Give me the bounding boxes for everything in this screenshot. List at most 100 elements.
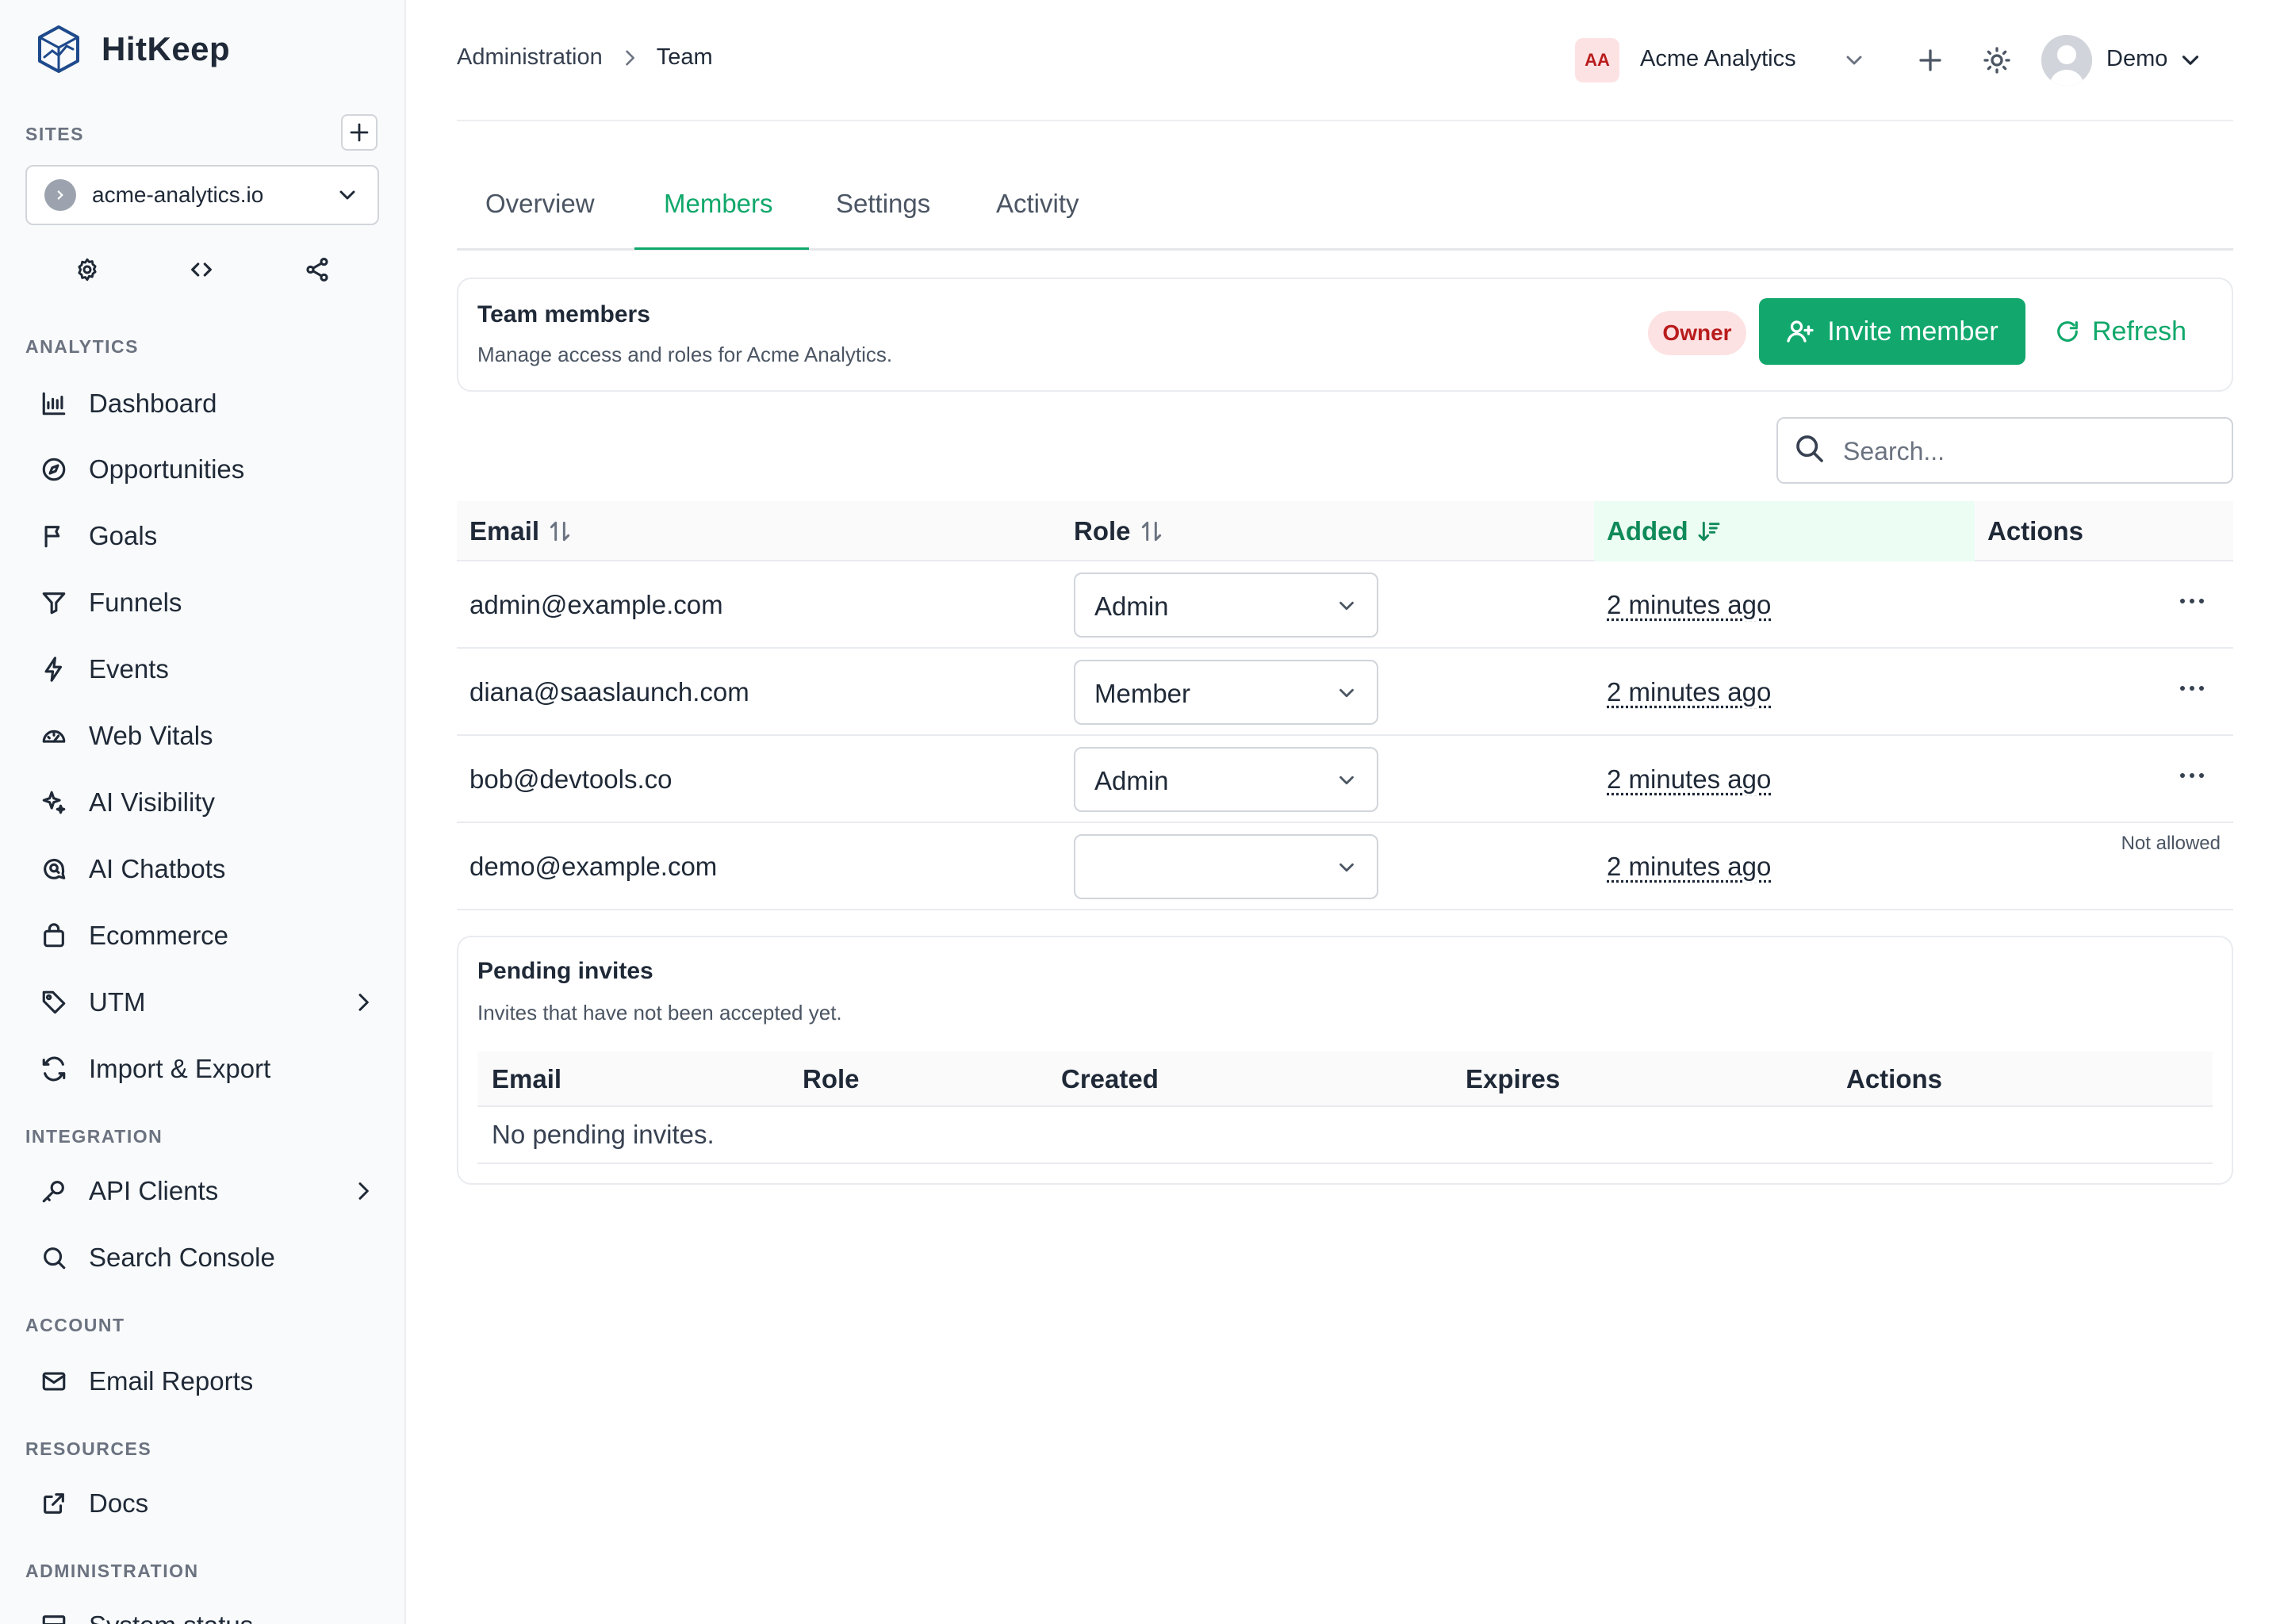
member-email: diana@saaslaunch.com (469, 677, 749, 707)
sidebar-item-label: Ecommerce (89, 921, 229, 950)
sidebar-item-import-export[interactable]: Import & Export (38, 1044, 379, 1094)
chevron-right-icon (625, 50, 634, 65)
chevron-right-icon (358, 1182, 369, 1200)
filter-icon (42, 592, 66, 615)
sidebar-item-ecommerce[interactable]: Ecommerce (38, 910, 379, 961)
plus-icon (350, 123, 369, 142)
table-row: diana@saaslaunch.com Member 2 minutes ag… (457, 649, 2233, 736)
search-field[interactable] (1776, 417, 2233, 484)
user-name[interactable]: Demo (2106, 46, 2167, 72)
key-icon (42, 1181, 64, 1203)
member-email: admin@example.com (469, 590, 723, 619)
sync-icon (42, 1056, 66, 1082)
column-role: Role (803, 1064, 860, 1094)
column-actions: Actions (1987, 501, 2083, 561)
role-value: Admin (1094, 592, 1169, 621)
role-select[interactable]: Member (1074, 660, 1378, 725)
avatar[interactable] (2041, 35, 2092, 86)
column-created: Created (1061, 1064, 1159, 1094)
tab-members[interactable]: Members (664, 189, 773, 219)
role-select[interactable]: Admin (1074, 573, 1378, 638)
chevron-down-icon (1339, 601, 1354, 611)
refresh-icon (2057, 321, 2078, 342)
site-selector[interactable]: acme-analytics.io (25, 165, 379, 225)
column-label: Role (1074, 516, 1131, 546)
add-site-button[interactable] (341, 114, 377, 151)
external-link-icon (44, 1493, 64, 1514)
hitkeep-logo-icon (38, 25, 79, 73)
sidebar: HitKeep SITES acme-analytics.io ANALYTIC… (0, 0, 406, 1624)
header-divider (457, 120, 2233, 121)
member-added-time: 2 minutes ago (1607, 852, 1772, 881)
refresh-button[interactable]: Refresh (2054, 298, 2202, 365)
org-switcher-button[interactable] (1838, 44, 1870, 76)
row-actions-button[interactable] (2170, 672, 2214, 704)
tab-activity[interactable]: Activity (996, 189, 1079, 219)
column-email[interactable]: Email (469, 501, 573, 561)
sidebar-item-docs[interactable]: Docs (38, 1478, 379, 1529)
site-share-button[interactable] (300, 252, 335, 287)
server-icon (42, 1615, 66, 1624)
tab-overview[interactable]: Overview (485, 189, 595, 219)
breadcrumb-administration[interactable]: Administration (457, 44, 603, 71)
resources-section-label: RESOURCES (25, 1438, 152, 1459)
header-actions: AA Acme Analytics Demo (1575, 32, 2225, 89)
site-settings-button[interactable] (70, 252, 105, 287)
row-actions-button[interactable] (2170, 585, 2214, 617)
member-added-time: 2 minutes ago (1607, 764, 1772, 794)
status-badge: Owner (1648, 311, 1746, 355)
sidebar-item-utm[interactable]: UTM (38, 977, 379, 1028)
sidebar-item-funnels[interactable]: Funnels (38, 577, 379, 628)
org-avatar[interactable]: AA (1575, 38, 1619, 82)
invite-member-button[interactable]: Invite member (1759, 298, 2025, 365)
sidebar-item-web-vitals[interactable]: Web Vitals (38, 710, 379, 761)
site-favicon-icon (44, 179, 76, 211)
column-email: Email (492, 1064, 562, 1094)
user-menu-button[interactable] (2175, 44, 2206, 76)
column-added[interactable]: Added (1594, 501, 1975, 561)
table-row: demo@example.com 2 minutes ago Not allow… (457, 823, 2233, 910)
org-name[interactable]: Acme Analytics (1640, 46, 1796, 72)
search-input[interactable] (1843, 431, 2216, 471)
sidebar-item-api-clients[interactable]: API Clients (38, 1166, 379, 1216)
site-name: acme-analytics.io (92, 182, 264, 207)
sidebar-item-label: Email Reports (89, 1366, 254, 1396)
sun-icon (1983, 47, 2010, 74)
sort-icon (550, 521, 570, 542)
search-icon (1796, 435, 1823, 462)
column-expires: Expires (1466, 1064, 1561, 1094)
column-role[interactable]: Role (1074, 501, 1164, 561)
tab-bar: Overview Members Settings Activity (457, 174, 2233, 251)
role-select[interactable] (1074, 834, 1378, 899)
tab-settings[interactable]: Settings (836, 189, 930, 219)
administration-section-label: ADMINISTRATION (25, 1561, 199, 1581)
sidebar-item-ai-visibility[interactable]: AI Visibility (38, 777, 379, 828)
sidebar-item-system-status[interactable]: System status (38, 1600, 379, 1624)
mail-icon (42, 1372, 66, 1391)
role-select[interactable]: Admin (1074, 747, 1378, 812)
member-added-time: 2 minutes ago (1607, 590, 1772, 619)
sidebar-item-email-reports[interactable]: Email Reports (38, 1356, 379, 1407)
sidebar-item-ai-chatbots[interactable]: AI Chatbots (38, 844, 379, 894)
integration-section-label: INTEGRATION (25, 1126, 163, 1147)
sidebar-item-dashboard[interactable]: Dashboard (38, 378, 379, 429)
site-embed-code-button[interactable] (184, 252, 219, 287)
sidebar-item-events[interactable]: Events (38, 644, 379, 695)
sort-descending-icon (1698, 521, 1720, 542)
app-logo[interactable]: HitKeep (35, 24, 230, 75)
create-new-button[interactable] (1913, 43, 1948, 78)
sparkle-icon (42, 791, 66, 814)
refresh-label: Refresh (2092, 316, 2187, 347)
sidebar-item-opportunities[interactable]: Opportunities (38, 444, 379, 495)
app-name: HitKeep (102, 30, 231, 67)
pending-invites-empty-row: No pending invites. (477, 1109, 2213, 1164)
chevron-down-icon (1339, 863, 1354, 872)
theme-toggle-button[interactable] (1979, 43, 2014, 78)
bolt-icon (44, 657, 63, 682)
sidebar-item-search-console[interactable]: Search Console (38, 1232, 379, 1283)
share-icon (306, 257, 328, 282)
sidebar-item-goals[interactable]: Goals (38, 511, 379, 561)
sidebar-item-label: Events (89, 654, 169, 684)
row-actions-button[interactable] (2170, 760, 2214, 791)
sidebar-item-label: Opportunities (89, 454, 245, 484)
